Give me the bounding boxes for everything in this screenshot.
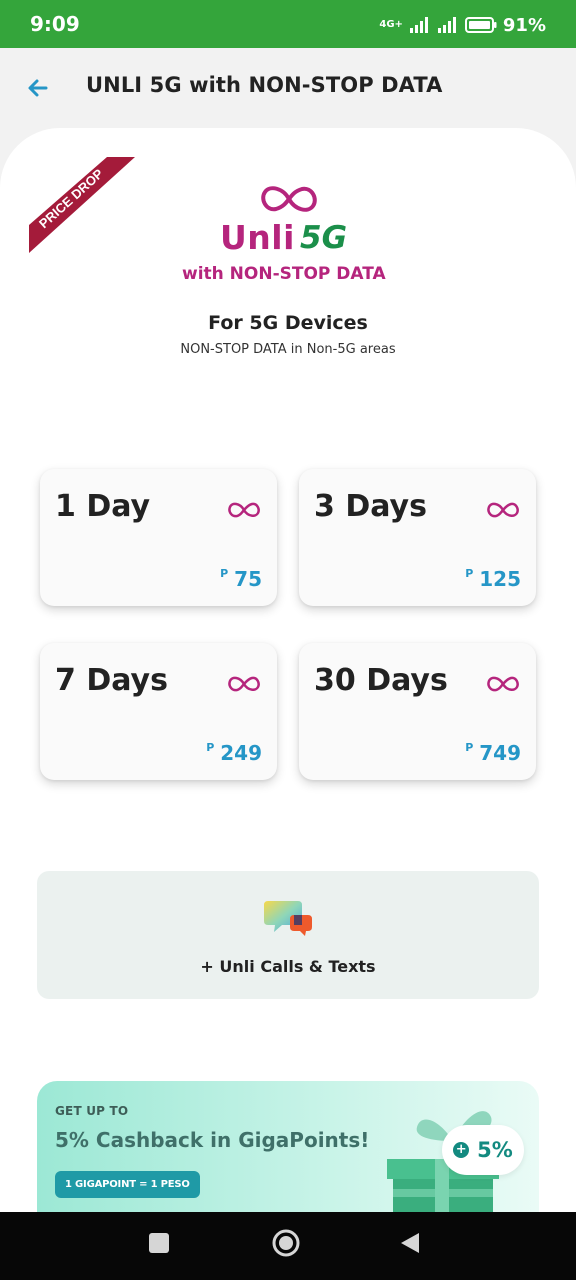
plus-icon: + <box>453 1142 470 1158</box>
battery-icon <box>464 17 497 33</box>
plan-price-value: 749 <box>479 741 521 765</box>
price-drop-ribbon: PRICE DROP <box>29 157 135 253</box>
signal-icon-secondary <box>437 17 456 33</box>
arrow-left-icon <box>28 79 48 97</box>
system-navigation-bar <box>0 1212 576 1280</box>
peso-sign: P <box>465 567 474 580</box>
plan-card-3-days[interactable]: 3 Days P 125 <box>299 469 536 606</box>
home-button[interactable] <box>272 1229 300 1261</box>
plan-name: 1 Day <box>55 489 151 524</box>
plan-price-value: 125 <box>479 567 521 591</box>
brand-unli: Unli <box>220 218 295 257</box>
infinity-icon <box>487 502 519 518</box>
peso-sign: P <box>220 567 229 580</box>
plan-price-value: 249 <box>220 741 262 765</box>
back-nav-button[interactable] <box>399 1231 421 1259</box>
status-indicators: 4G+ 91% <box>379 12 546 38</box>
unli-5g-logo: Unli 5G with NON-STOP DATA <box>180 182 400 287</box>
peso-sign: P <box>465 741 474 754</box>
plan-card-1-day[interactable]: 1 Day P 75 <box>40 469 277 606</box>
cashback-promo-card[interactable]: GET UP TO 5% Cashback in GigaPoints! 1 G… <box>37 1081 539 1216</box>
infinity-icon <box>487 676 519 692</box>
plan-price: P 249 <box>206 741 262 765</box>
unli-calls-texts-box[interactable]: + Unli Calls & Texts <box>37 871 539 999</box>
recents-button[interactable] <box>148 1232 170 1258</box>
cashback-eyebrow: GET UP TO <box>55 1104 129 1118</box>
unli-calls-label: + Unli Calls & Texts <box>200 957 376 976</box>
plan-name: 30 Days <box>314 663 448 698</box>
status-time: 9:09 <box>30 12 80 36</box>
triangle-back-icon <box>401 1233 419 1253</box>
plan-price-value: 75 <box>234 567 262 591</box>
gigapoint-badge: 1 GIGAPOINT = 1 PESO <box>55 1171 200 1198</box>
chat-bubbles-icon <box>264 901 312 936</box>
plan-price: P 749 <box>465 741 521 765</box>
back-button[interactable] <box>24 74 56 102</box>
network-type-label: 4G+ <box>379 19 403 30</box>
home-circle-icon <box>272 1229 300 1257</box>
cashback-percent-pill: + 5% <box>442 1125 524 1175</box>
plan-price: P 125 <box>465 567 521 591</box>
cashback-percent: 5% <box>477 1138 513 1162</box>
signal-icon <box>409 17 428 33</box>
ribbon-text: PRICE DROP <box>36 166 106 232</box>
peso-sign: P <box>206 741 215 754</box>
page-title: UNLI 5G with NON-STOP DATA <box>86 73 443 97</box>
plan-name: 7 Days <box>55 663 168 698</box>
infinity-icon <box>228 502 260 518</box>
devices-title: For 5G Devices <box>208 312 368 334</box>
plan-card-7-days[interactable]: 7 Days P 249 <box>40 643 277 780</box>
cashback-title: 5% Cashback in GigaPoints! <box>55 1128 370 1152</box>
infinity-icon <box>261 186 317 212</box>
brand-5g: 5G <box>300 220 348 256</box>
plan-name: 3 Days <box>314 489 427 524</box>
plan-price: P 75 <box>220 567 262 591</box>
infinity-icon <box>228 676 260 692</box>
battery-percentage: 91% <box>502 14 546 36</box>
brand-subtitle: with NON-STOP DATA <box>182 264 386 284</box>
app-header: UNLI 5G with NON-STOP DATA <box>0 48 576 128</box>
devices-subtitle: NON-STOP DATA in Non-5G areas <box>180 342 396 357</box>
plan-card-30-days[interactable]: 30 Days P 749 <box>299 643 536 780</box>
status-bar: 9:09 4G+ 91% <box>0 0 576 48</box>
square-icon <box>149 1233 169 1253</box>
